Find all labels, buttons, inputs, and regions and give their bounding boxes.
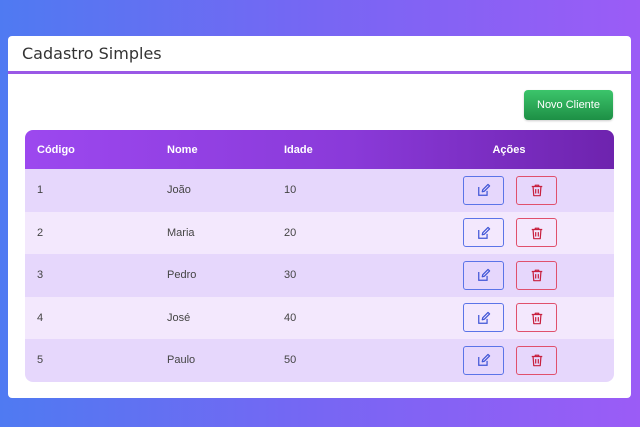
cell-nome: Maria bbox=[167, 226, 195, 239]
new-client-button[interactable]: Novo Cliente bbox=[524, 90, 613, 120]
cell-idade: 30 bbox=[284, 269, 297, 282]
table-row: 4 José 40 bbox=[25, 296, 614, 340]
trash-icon bbox=[531, 354, 542, 367]
cell-acoes bbox=[404, 169, 614, 212]
table-row: 5 Paulo 50 bbox=[25, 339, 614, 382]
cell-nome: Pedro bbox=[167, 269, 197, 282]
cell-codigo: 5 bbox=[37, 354, 44, 367]
edit-button[interactable] bbox=[463, 345, 504, 375]
cell-nome: João bbox=[167, 184, 191, 197]
cell-acoes bbox=[404, 339, 614, 382]
table-row: 3 Pedro 30 bbox=[25, 254, 614, 297]
edit-button[interactable] bbox=[463, 260, 504, 290]
cell-nome: Paulo bbox=[167, 354, 196, 367]
cell-idade: 10 bbox=[284, 184, 297, 197]
cell-codigo: 1 bbox=[37, 184, 44, 197]
edit-button[interactable] bbox=[463, 175, 504, 205]
trash-icon bbox=[531, 269, 542, 282]
cell-acoes bbox=[404, 212, 614, 255]
edit-icon bbox=[477, 354, 490, 367]
delete-button[interactable] bbox=[516, 175, 557, 205]
page-title: Cadastro Simples bbox=[22, 44, 162, 63]
delete-button[interactable] bbox=[516, 303, 557, 333]
column-header-idade: Idade bbox=[284, 143, 313, 156]
edit-button[interactable] bbox=[463, 303, 504, 333]
toolbar: Novo Cliente bbox=[8, 74, 631, 128]
trash-icon bbox=[531, 227, 542, 240]
table-row: 2 Maria 20 bbox=[25, 211, 614, 255]
table-header-row: Código Nome Idade Ações bbox=[25, 130, 614, 169]
cell-acoes bbox=[404, 254, 614, 297]
column-header-acoes: Ações bbox=[492, 143, 526, 156]
delete-button[interactable] bbox=[516, 218, 557, 248]
cell-codigo: 2 bbox=[37, 226, 44, 239]
clients-table: Código Nome Idade Ações 1 João 10 2 Mari… bbox=[25, 130, 614, 382]
delete-button[interactable] bbox=[516, 345, 557, 375]
table-row: 1 João 10 bbox=[25, 169, 614, 212]
edit-button[interactable] bbox=[463, 218, 504, 248]
cell-idade: 20 bbox=[284, 226, 297, 239]
edit-icon bbox=[477, 269, 490, 282]
edit-icon bbox=[477, 226, 490, 239]
cell-idade: 40 bbox=[284, 311, 297, 324]
column-header-codigo: Código bbox=[37, 143, 75, 156]
cell-codigo: 4 bbox=[37, 311, 44, 324]
edit-icon bbox=[477, 184, 490, 197]
cell-idade: 50 bbox=[284, 354, 297, 367]
card-header: Cadastro Simples bbox=[8, 36, 631, 74]
cell-codigo: 3 bbox=[37, 269, 44, 282]
edit-icon bbox=[477, 311, 490, 324]
cell-nome: José bbox=[167, 311, 191, 324]
cell-acoes bbox=[404, 297, 614, 340]
column-header-nome: Nome bbox=[167, 143, 198, 156]
trash-icon bbox=[531, 312, 542, 325]
trash-icon bbox=[531, 184, 542, 197]
delete-button[interactable] bbox=[516, 260, 557, 290]
